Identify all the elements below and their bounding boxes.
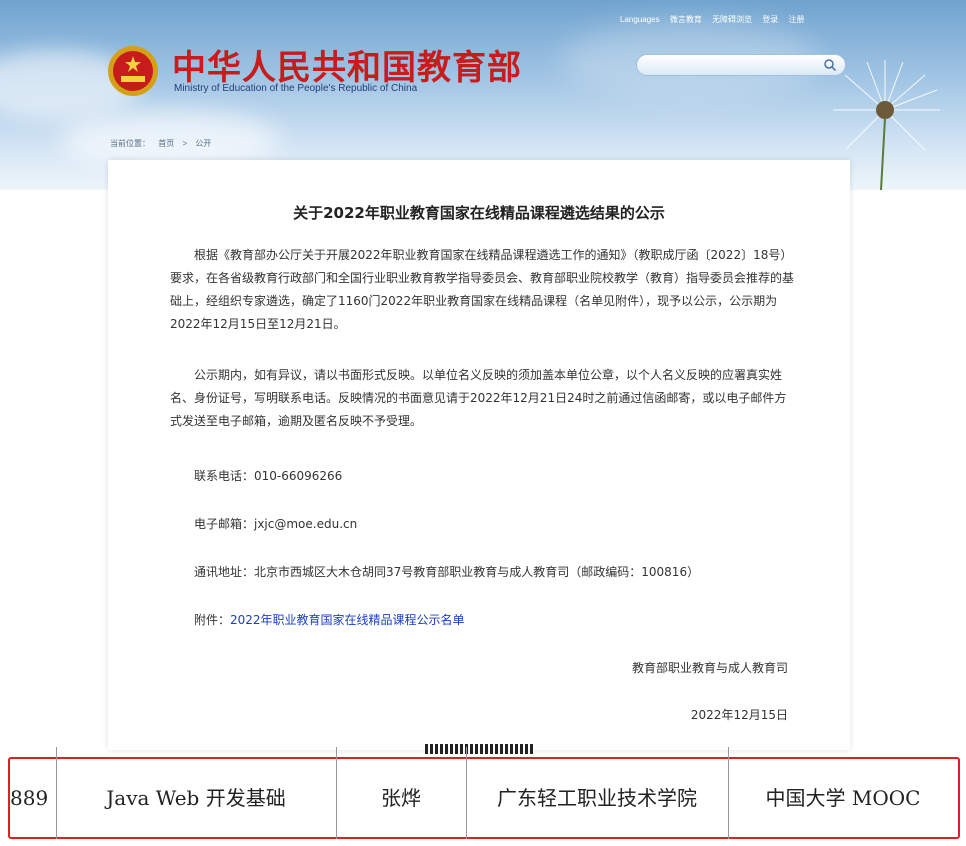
languages-link[interactable]: Languages	[620, 15, 660, 24]
attachment-row: 附件：2022年职业教育国家在线精品课程公示名单	[194, 611, 465, 628]
site-subtitle: Ministry of Education of the People's Re…	[174, 83, 418, 94]
contact-email: 电子邮箱：jxjc@moe.edu.cn	[194, 517, 358, 531]
article-title: 关于2022年职业教育国家在线精品课程遴选结果的公示	[293, 204, 665, 222]
course-leader: 张烨	[381, 786, 421, 810]
school-name: 广东轻工职业技术学院	[497, 786, 697, 810]
article-paragraph-1: 根据《教育部办公厅关于开展2022年职业教育国家在线精品课程遴选工作的通知》（教…	[170, 248, 795, 331]
breadcrumb-separator: >	[182, 139, 188, 148]
highlighted-table-row: 889 Java Web 开发基础 张烨 广东轻工职业技术学院 中国大学 MOO…	[8, 747, 960, 839]
breadcrumb-home[interactable]: 首页	[158, 139, 174, 148]
site-title[interactable]: 中华人民共和国教育部	[172, 40, 522, 89]
top-links: Languages 微言教育 无障碍浏览 登录 注册	[620, 14, 813, 25]
course-name: Java Web 开发基础	[106, 786, 286, 810]
row-number: 889	[10, 786, 49, 810]
login-link[interactable]: 登录	[762, 15, 778, 24]
weiyan-link[interactable]: 微言教育	[670, 15, 702, 24]
platform-name: 中国大学 MOOC	[765, 786, 921, 810]
attachment-link[interactable]: 2022年职业教育国家在线精品课程公示名单	[230, 613, 465, 627]
accessibility-link[interactable]: 无障碍浏览	[712, 15, 752, 24]
breadcrumb-label: 当前位置：	[110, 139, 150, 148]
signer: 教育部职业教育与成人教育司	[631, 661, 788, 675]
article-card: 关于2022年职业教育国家在线精品课程遴选结果的公示 根据《教育部办公厅关于开展…	[108, 160, 850, 750]
breadcrumb-public[interactable]: 公开	[195, 139, 211, 148]
attachment-label: 附件：	[194, 613, 231, 627]
table-heading-fragment	[425, 744, 535, 754]
register-link[interactable]: 注册	[789, 15, 805, 24]
publish-date: 2022年12月15日	[690, 708, 788, 722]
contact-phone: 联系电话：010-66096266	[194, 469, 343, 483]
article-paragraph-2: 公示期内，如有异议，请以书面形式反映。以单位名义反映的须加盖本单位公章，以个人名…	[170, 368, 787, 428]
breadcrumb: 当前位置： 首页 > 公开	[110, 138, 217, 149]
national-emblem-icon	[108, 46, 158, 96]
contact-address: 通讯地址：北京市西城区大木仓胡同37号教育部职业教育与成人教育司（邮政编码：10…	[194, 565, 700, 579]
